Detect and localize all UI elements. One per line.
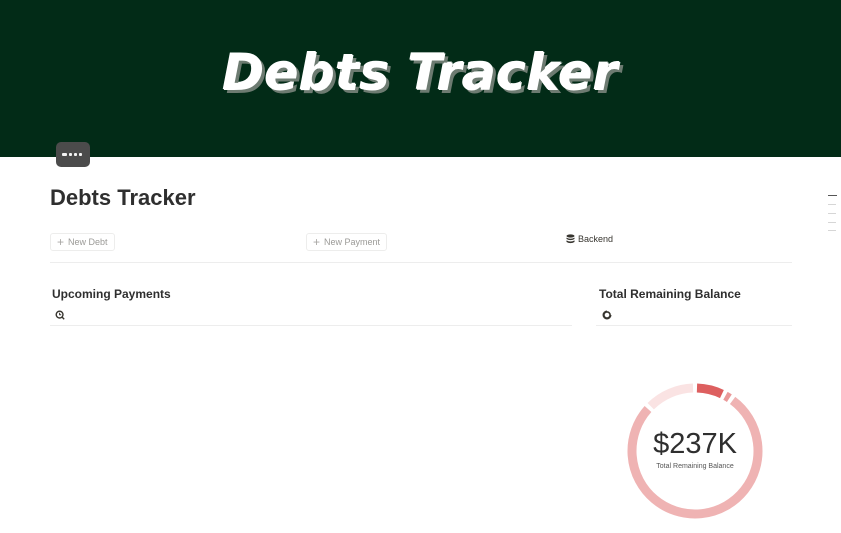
divider <box>50 262 792 263</box>
toc-marker[interactable] <box>828 230 836 231</box>
plus-icon: + <box>313 235 321 249</box>
page-title: Debts Tracker <box>50 185 196 210</box>
new-debt-label: New Debt <box>68 237 108 247</box>
backend-link[interactable]: Backend <box>566 234 613 244</box>
header-banner: Debts Tracker <box>0 0 841 157</box>
total-remaining-value: $237K <box>653 428 737 460</box>
divider <box>50 325 572 326</box>
toc-marker[interactable] <box>828 204 836 205</box>
upcoming-payments-title: Upcoming Payments <box>52 287 171 301</box>
banner-title: Debts Tracker <box>222 44 619 102</box>
total-remaining-caption: Total Remaining Balance <box>656 463 734 470</box>
donut-slice-2 <box>723 391 732 402</box>
calendar-view-icon[interactable] <box>55 310 65 320</box>
total-remaining-balance-title: Total Remaining Balance <box>599 287 741 301</box>
new-payment-label: New Payment <box>324 237 381 247</box>
divider <box>596 325 792 326</box>
toc-marker[interactable] <box>828 195 837 196</box>
chart-view-icon[interactable] <box>602 310 612 320</box>
backend-label: Backend <box>578 234 614 244</box>
toc-marker[interactable] <box>828 213 836 214</box>
new-payment-button[interactable]: + New Payment <box>306 233 388 251</box>
new-debt-button[interactable]: + New Debt <box>50 233 115 251</box>
plus-icon: + <box>57 235 65 249</box>
donut-slice-1 <box>696 383 724 399</box>
database-icon <box>566 234 575 244</box>
toc-marker[interactable] <box>828 222 836 223</box>
donut-slice-4 <box>647 383 694 410</box>
credit-card-icon[interactable] <box>56 142 90 167</box>
